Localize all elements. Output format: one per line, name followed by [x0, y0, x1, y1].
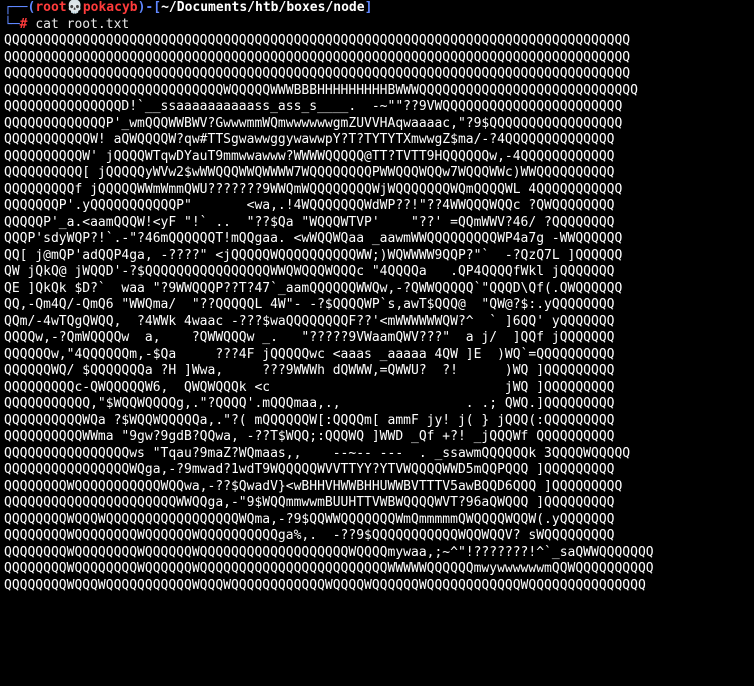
output-line: QQQQQQQQQQQQQQQQQQQQQQQQQQQQWQQQQQWWWBBB…	[4, 82, 638, 98]
output-line: QQ[ j@mQP'adQQP4ga, -????" <jQQQQQWQQQQQ…	[4, 247, 623, 263]
output-line: QQQQQQQQQc-QWQQQQQW6, QWQWQQQk <c jWQ ]Q…	[4, 379, 615, 395]
command-output: QQQQQQQQQQQQQQQQQQQQQQQQQQQQQQQQQQQQQQQQ…	[4, 33, 754, 594]
output-line: QQQQQQQQWQQQWQQQQQQQQQQQWQQQWQQQQQQQQQQQ…	[4, 577, 646, 593]
prompt-user: root	[35, 0, 67, 15]
output-line: QQQQQQQQWQQQQQQQQWQQQQQQWQQQQQQQQQQQQQQQ…	[4, 544, 654, 560]
output-line: QQQQQQQQQQQ,"$WQQWQQQQg,."?QQQQ'.mQQQmaa…	[4, 396, 615, 411]
output-line: QQQQQQQQQQ[ jQQQQQyWVw2$wWWQQQWWQWWWW7WQ…	[4, 165, 615, 180]
skull-icon: 💀	[66, 0, 83, 15]
output-line: QQQP'sdyWQP?!`.-"?46mQQQQQQT!mQQgaa. <wW…	[4, 231, 623, 246]
prompt-path: ~/Documents/htb/boxes/node	[161, 0, 365, 15]
output-line: QQQQQQQQQQQQQQQQQQQQQQQQQQQQQQQQQQQQQQQQ…	[4, 49, 631, 65]
prompt-line-top: ┌──(root💀pokacyb)-[~/Documents/htb/boxes…	[4, 0, 754, 17]
output-line: QQQQQQQQQQQQQP'_wmQQQWWBWV?GwwwmmWQmwwww…	[4, 115, 623, 131]
prompt-host: pokacyb	[82, 0, 138, 15]
output-line: QQQQQQQQWQQQQQQQQQQQWQQwa,-??$QwadV}<wBH…	[4, 478, 623, 494]
output-line: QQQQQQWQ/ $QQQQQQQa ?H ]Wwa, ???9WWWh dQ…	[4, 363, 615, 378]
output-line: QQQQQQQQQQQQQQQQWQga,-?9mwad?1wdT9WQQQQQ…	[4, 462, 615, 477]
output-line: QQQQQP'_a.<aamQQQW!<yF "!` .. "??$Qa "WQ…	[4, 214, 615, 230]
prompt-corner-top: ┌──(	[4, 0, 36, 15]
output-line: QQQQQQQQQQQQQQQQQQQQQQQQQQQQQQQQQQQQQQQQ…	[4, 66, 631, 81]
output-line: QQQQQQQQWQQQQQQQQWQQQQQQWQQQQQQQQQQga%,.…	[4, 528, 615, 543]
terminal-window[interactable]: ┌──(root💀pokacyb)-[~/Documents/htb/boxes…	[0, 0, 754, 686]
prompt-separator: )-[	[137, 0, 162, 15]
output-line: QQQQQQQQQQQQQQQQQQQQQQQQQQQQQQQQQQQQQQQQ…	[4, 33, 631, 48]
output-line: QQQQQQQQQQW' jQQQQWTqwDYauT9mmwwawww?WWW…	[4, 148, 615, 164]
output-line: QQQQQQQQQQQQQQQQQQQQQQWWQQga,-"9$WQQmmww…	[4, 495, 615, 510]
output-line: QQQQQQw,"4QQQQQQm,-$Qa ???4F jQQQQQwc <a…	[4, 346, 615, 362]
output-line: QQQQQQQQQQWWma "9gw?9gdB?QQwa, -??T$WQQ;…	[4, 429, 615, 444]
output-line: QW jQkQ@ jWQQD'-?$QQQQQQQQQQQQQQQQWWQWQQ…	[4, 264, 615, 279]
output-line: QE ]QkQk $D?` waa "?9WWQQQP??T?47`_aamQQ…	[4, 280, 623, 296]
prompt-corner-bottom: └─	[4, 16, 20, 32]
prompt-line-command: └─# cat root.txt	[4, 17, 754, 34]
output-line: QQQQQQQP'.yQQQQQQQQQQQP" <wa,.!4WQQQQQQQ…	[4, 198, 615, 213]
prompt-symbol: #	[19, 16, 28, 32]
output-line: QQQQQQQQWQQQWQQQQQQQQQQQQQQQQQWQma,-?9$Q…	[4, 511, 615, 527]
output-line: QQQQQQQQQQWQa ?$WQQWQQQQQa,."?( mQQQQQQW…	[4, 412, 615, 428]
output-line: QQQQQQQQQf jQQQQQWWmWmmQWU???????9WWQmWQ…	[4, 181, 623, 197]
output-line: QQm/-4wTQgQWQQ, ?4WWk 4waac -???$waQQQQQ…	[4, 313, 615, 329]
output-line: QQQQQQQQQQQQQQQQws "Tqau?9maZ?WQmaas,, -…	[4, 445, 631, 461]
prompt-bracket-close: ]	[364, 0, 373, 15]
output-line: QQQQw,-?QmWQQQQw a, ?QWWQQQw _. "?????9V…	[4, 330, 615, 345]
output-line: QQQQQQQQWQQQQQQQQWQQQQQQWQQQQQQQQQQQQQQQ…	[4, 561, 654, 576]
command-text: cat root.txt	[35, 16, 130, 32]
output-line: QQQQQQQQQQQW! aQWQQQQW?qw#TTSgwawwggywaw…	[4, 132, 615, 147]
output-line: QQQQQQQQQQQQQQQD!`__ssaaaaaaaaaass_ass_s…	[4, 99, 623, 114]
output-line: QQ,-Qm4Q/-QmQ6 "WWQma/ "??QQQQQL 4W"- -?…	[4, 297, 615, 312]
